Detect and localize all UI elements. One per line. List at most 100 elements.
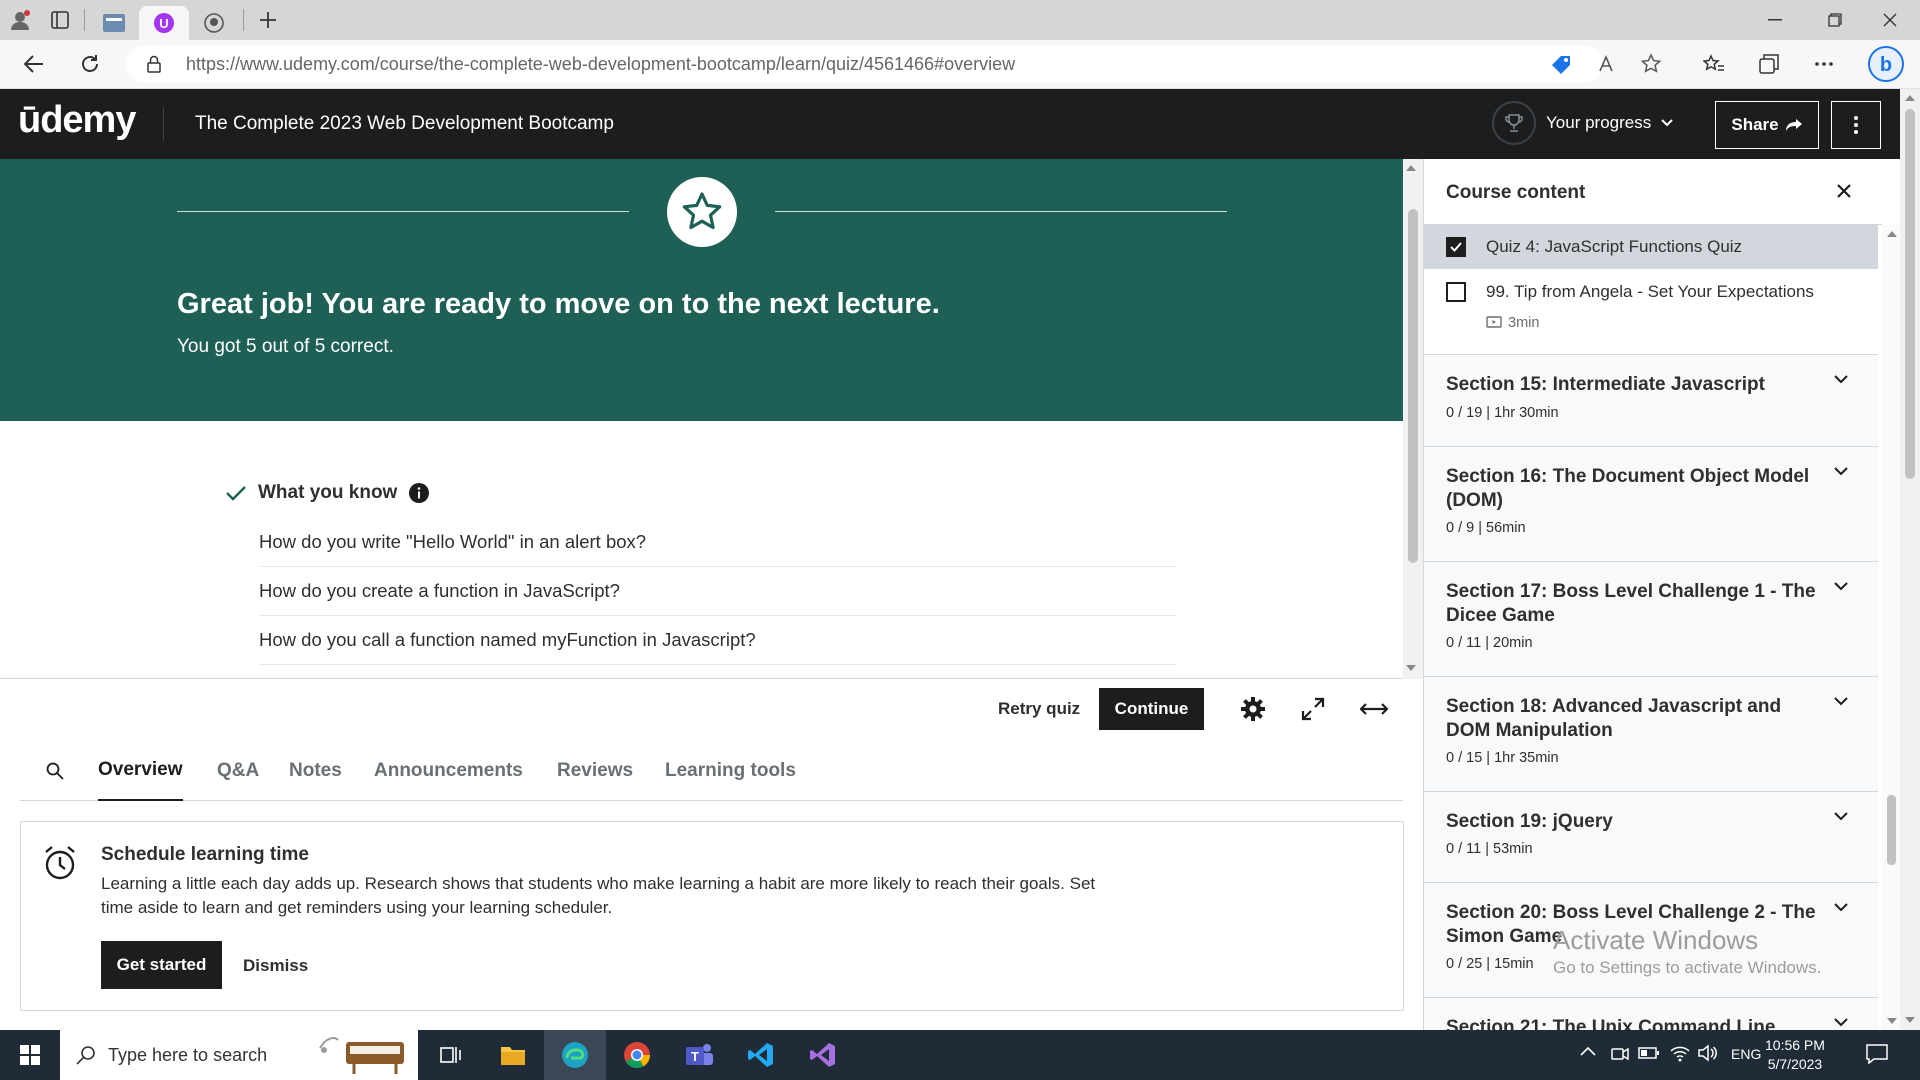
favorite-add-icon[interactable] — [1640, 53, 1662, 75]
browser-tab-udemy[interactable]: U — [139, 6, 189, 40]
page-scroll-thumb[interactable] — [1905, 109, 1915, 479]
volume-icon[interactable] — [1697, 1044, 1717, 1062]
chevron-down-icon[interactable] — [1834, 812, 1848, 821]
favorites-icon[interactable] — [1696, 46, 1732, 82]
close-icon[interactable] — [1832, 179, 1856, 203]
chevron-down-icon[interactable] — [1834, 467, 1848, 476]
scroll-up-arrow-icon[interactable] — [1887, 231, 1897, 237]
tab-overview[interactable]: Overview — [98, 740, 183, 801]
your-progress-button[interactable]: Your progress — [1492, 101, 1673, 145]
empty-checkbox-icon[interactable] — [1446, 282, 1466, 302]
info-icon[interactable] — [409, 483, 430, 503]
scroll-down-arrow-icon[interactable] — [1406, 665, 1416, 671]
share-button[interactable]: Share — [1715, 101, 1819, 149]
edge-browser-icon[interactable] — [544, 1030, 606, 1080]
chevron-down-icon[interactable] — [1834, 1018, 1848, 1027]
scroll-up-arrow-icon[interactable] — [1406, 165, 1416, 171]
taskbar-search-box[interactable]: Type here to search — [60, 1030, 418, 1080]
content-scrollbar[interactable] — [1403, 159, 1423, 679]
task-view-icon[interactable] — [420, 1030, 482, 1080]
settings-gear-icon[interactable] — [1237, 693, 1269, 725]
continue-button[interactable]: Continue — [1099, 688, 1204, 730]
bing-icon[interactable]: b — [1866, 44, 1906, 84]
language-indicator[interactable]: ENG — [1731, 1046, 1761, 1062]
chevron-down-icon — [1661, 119, 1673, 127]
tag-icon[interactable] — [1550, 54, 1572, 76]
lecture-item-99[interactable]: 99. Tip from Angela - Set Your Expectati… — [1424, 269, 1878, 355]
section-16[interactable]: Section 16: The Document Object Model (D… — [1424, 447, 1878, 562]
refresh-icon[interactable] — [72, 46, 108, 82]
content-scroll-thumb[interactable] — [1408, 209, 1418, 563]
tab-notes[interactable]: Notes — [289, 740, 342, 801]
close-window-icon[interactable] — [1860, 0, 1920, 40]
file-explorer-icon[interactable] — [482, 1030, 544, 1080]
fullscreen-icon[interactable] — [1297, 693, 1329, 725]
sidebar-header: Course content — [1424, 159, 1882, 225]
udemy-icon: U — [154, 13, 174, 33]
sidebar-scroll-thumb[interactable] — [1887, 795, 1896, 865]
wifi-icon[interactable] — [1670, 1044, 1690, 1062]
get-started-button[interactable]: Get started — [101, 941, 222, 989]
browser-tab-page[interactable] — [89, 6, 139, 40]
trophy-icon — [1492, 101, 1536, 145]
chevron-down-icon[interactable] — [1834, 903, 1848, 912]
vscode-icon[interactable] — [730, 1030, 792, 1080]
chevron-down-icon[interactable] — [1834, 697, 1848, 706]
dismiss-button[interactable]: Dismiss — [243, 956, 308, 976]
url-field[interactable]: https://www.udemy.com/course/the-complet… — [126, 46, 1662, 82]
section-15[interactable]: Section 15: Intermediate Javascript 0 / … — [1424, 355, 1878, 447]
tab-learning-tools[interactable]: Learning tools — [665, 740, 796, 801]
section-18[interactable]: Section 18: Advanced Javascript and DOM … — [1424, 677, 1878, 792]
lock-icon[interactable] — [146, 55, 162, 73]
page-scrollbar[interactable] — [1900, 89, 1920, 1030]
collections-icon[interactable] — [1751, 46, 1787, 82]
profile-icon[interactable] — [0, 0, 40, 40]
restore-icon[interactable] — [1805, 0, 1865, 40]
piano-icon — [318, 1034, 410, 1076]
tab-announcements[interactable]: Announcements — [374, 740, 523, 801]
visual-studio-icon[interactable] — [792, 1030, 854, 1080]
tab-actions-icon[interactable] — [40, 0, 80, 40]
tab-reviews[interactable]: Reviews — [557, 740, 633, 801]
svg-text:b: b — [1880, 54, 1892, 76]
section-17[interactable]: Section 17: Boss Level Challenge 1 - The… — [1424, 562, 1878, 677]
udemy-logo[interactable]: ūdemy — [18, 99, 136, 142]
scroll-up-arrow-icon[interactable] — [1905, 95, 1915, 101]
minimize-icon[interactable] — [1745, 0, 1805, 40]
question-item: How do you create a function in JavaScri… — [259, 567, 1176, 616]
teams-icon[interactable]: T — [668, 1030, 730, 1080]
tab-qa[interactable]: Q&A — [217, 740, 259, 801]
browser-tab-github[interactable] — [189, 6, 239, 40]
checked-checkbox-icon[interactable] — [1446, 237, 1466, 257]
new-tab-icon[interactable] — [248, 0, 288, 40]
scroll-down-arrow-icon[interactable] — [1905, 1017, 1915, 1023]
section-title: Section 21: The Unix Command Line — [1446, 1017, 1776, 1030]
what-you-know-heading: What you know — [226, 482, 430, 504]
meet-now-icon[interactable] — [1610, 1044, 1630, 1064]
expand-width-icon[interactable] — [1357, 693, 1391, 725]
more-options-icon[interactable] — [1806, 46, 1842, 82]
section-19[interactable]: Section 19: jQuery 0 / 11 | 53min — [1424, 792, 1878, 883]
section-21[interactable]: Section 21: The Unix Command Line — [1424, 998, 1878, 1030]
more-vertical-icon[interactable] — [1831, 101, 1881, 149]
svg-text:U: U — [159, 16, 168, 31]
course-title[interactable]: The Complete 2023 Web Development Bootca… — [195, 113, 614, 135]
taskbar-clock[interactable]: 10:56 PM 5/7/2023 — [1765, 1036, 1825, 1074]
read-aloud-icon[interactable] — [1598, 54, 1618, 74]
lecture-item-quiz-4[interactable]: Quiz 4: JavaScript Functions Quiz — [1424, 225, 1878, 269]
chevron-down-icon[interactable] — [1834, 582, 1848, 591]
windows-start-icon[interactable] — [0, 1030, 60, 1080]
clock-date: 5/7/2023 — [1767, 1056, 1823, 1072]
sidebar-scrollbar[interactable] — [1882, 225, 1900, 1030]
lecture-label: Quiz 4: JavaScript Functions Quiz — [1486, 237, 1743, 256]
search-icon[interactable] — [46, 740, 64, 801]
back-icon[interactable] — [16, 46, 52, 82]
chevron-up-icon[interactable] — [1580, 1046, 1596, 1056]
battery-icon[interactable] — [1638, 1046, 1660, 1060]
notification-icon[interactable] — [1866, 1044, 1888, 1064]
chevron-down-icon[interactable] — [1834, 375, 1848, 384]
retry-quiz-button[interactable]: Retry quiz — [998, 699, 1080, 719]
chrome-icon[interactable] — [606, 1030, 668, 1080]
share-label: Share — [1731, 115, 1779, 134]
scroll-down-arrow-icon[interactable] — [1887, 1018, 1897, 1024]
